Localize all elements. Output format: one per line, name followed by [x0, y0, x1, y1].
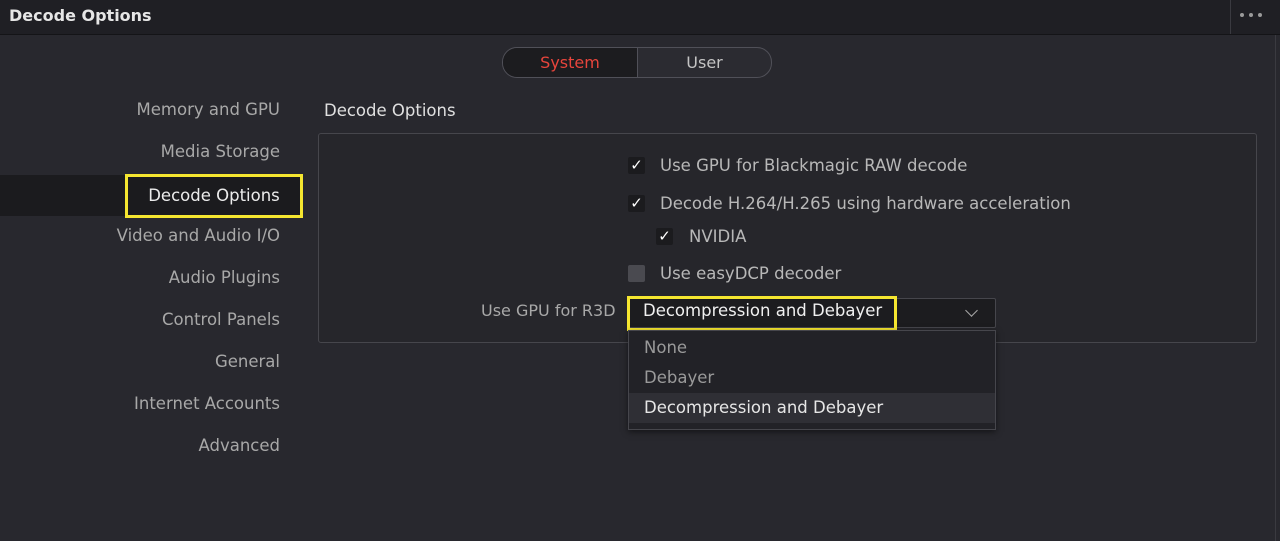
- section-title: Decode Options: [324, 101, 456, 120]
- sidebar-item-memory-and-gpu[interactable]: Memory and GPU: [137, 90, 280, 130]
- scope-toggle: System User: [502, 47, 772, 78]
- braw-gpu-label: Use GPU for Blackmagic RAW decode: [660, 155, 968, 175]
- r3d-gpu-dropdown: None Debayer Decompression and Debayer: [628, 330, 996, 430]
- tab-system[interactable]: System: [503, 48, 638, 77]
- sidebar-item-advanced[interactable]: Advanced: [198, 426, 280, 466]
- easydcp-checkbox[interactable]: [628, 264, 645, 282]
- sidebar-item-general[interactable]: General: [215, 342, 280, 382]
- dropdown-option-none[interactable]: None: [629, 333, 995, 363]
- nvidia-label: NVIDIA: [689, 226, 747, 246]
- h264-hw-label: Decode H.264/H.265 using hardware accele…: [660, 193, 1071, 213]
- braw-gpu-checkbox[interactable]: ✓: [628, 156, 645, 174]
- easydcp-option: Use easyDCP decoder: [628, 261, 841, 285]
- h264-hw-option: ✓ Decode H.264/H.265 using hardware acce…: [628, 191, 1071, 215]
- sidebar-item-video-and-audio-io[interactable]: Video and Audio I/O: [117, 216, 280, 256]
- sidebar-item-internet-accounts[interactable]: Internet Accounts: [134, 384, 280, 424]
- nvidia-checkbox[interactable]: ✓: [656, 227, 673, 245]
- panel-edge: [1275, 35, 1276, 541]
- dropdown-option-debayer[interactable]: Debayer: [629, 363, 995, 393]
- title-divider: [1230, 0, 1231, 34]
- sidebar-item-audio-plugins[interactable]: Audio Plugins: [169, 258, 280, 298]
- more-options-icon[interactable]: [1240, 13, 1266, 19]
- r3d-gpu-label: Use GPU for R3D: [481, 301, 616, 320]
- sidebar-item-decode-options[interactable]: Decode Options: [125, 174, 303, 218]
- braw-gpu-option: ✓ Use GPU for Blackmagic RAW decode: [628, 153, 967, 177]
- select-highlight-box: [627, 296, 897, 331]
- sidebar-item-control-panels[interactable]: Control Panels: [162, 300, 280, 340]
- easydcp-label: Use easyDCP decoder: [660, 263, 842, 283]
- sidebar-item-media-storage[interactable]: Media Storage: [161, 132, 280, 172]
- title-bar: Decode Options: [0, 0, 1280, 35]
- nvidia-option: ✓ NVIDIA: [656, 224, 746, 248]
- tab-user[interactable]: User: [638, 48, 771, 77]
- window-title: Decode Options: [9, 6, 152, 25]
- h264-hw-checkbox[interactable]: ✓: [628, 194, 645, 212]
- dropdown-option-decompression-and-debayer[interactable]: Decompression and Debayer: [629, 393, 995, 423]
